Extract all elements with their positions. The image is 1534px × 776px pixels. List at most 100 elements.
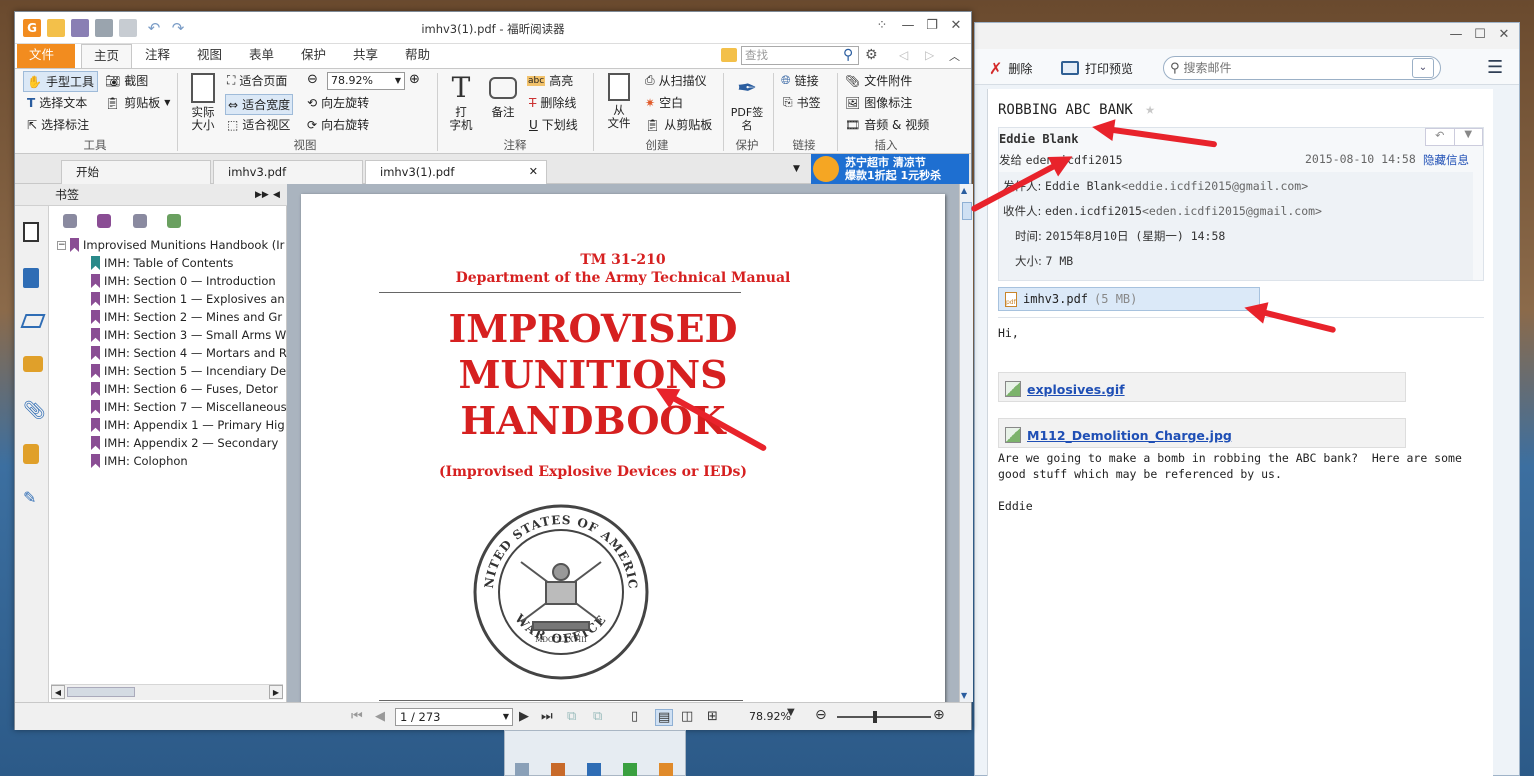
collapse-ribbon-icon[interactable]: ︿: [949, 48, 960, 64]
bookmark-item[interactable]: IMH: Section 0 — Introduction: [91, 272, 276, 290]
search-icon[interactable]: ⚲: [843, 47, 853, 63]
bookmark-root[interactable]: − Improvised Munitions Handbook (Ir: [57, 236, 284, 254]
inline-image-m112[interactable]: M112_Demolition_Charge.jpg: [998, 418, 1406, 448]
fit-visible-button[interactable]: ⬚ 适合视区: [227, 116, 290, 133]
continuous-page-icon[interactable]: ▤: [655, 709, 674, 726]
tabs-menu-icon[interactable]: ▼: [793, 164, 800, 174]
scroll-down-icon[interactable]: ▼: [961, 691, 967, 700]
scroll-right-icon[interactable]: ▶: [269, 685, 283, 699]
attachment-chip[interactable]: pdf imhv3.pdf (5 MB): [998, 287, 1260, 311]
fit-width-button[interactable]: ⇔ 适合宽度: [225, 94, 294, 115]
snapshot-button[interactable]: 📷︎ 截图: [105, 72, 148, 89]
actual-size-button[interactable]: 实际 大小: [183, 73, 223, 132]
tab-imhv3[interactable]: imhv3.pdf: [213, 160, 363, 184]
sender-name[interactable]: Eddie Blank: [999, 132, 1078, 146]
note-button[interactable]: 备注: [483, 73, 523, 119]
rotate-left-button[interactable]: ⟲ 向左旋转: [307, 94, 369, 111]
zoom-slider-thumb[interactable]: [873, 711, 877, 723]
fit-page-button[interactable]: ⛶ 适合页面: [227, 72, 287, 89]
more-icon[interactable]: ▼: [1453, 129, 1483, 145]
image-annotation-button[interactable]: 🖼︎ 图像标注: [845, 94, 912, 111]
tab-home[interactable]: 主页: [81, 44, 133, 68]
zoom-in-icon[interactable]: ⊕: [933, 707, 945, 723]
first-page-icon[interactable]: ⏮: [351, 709, 363, 724]
back-icon[interactable]: ◁: [899, 48, 908, 62]
gear-icon[interactable]: ⚙: [865, 47, 878, 63]
move-bookmark-icon[interactable]: [133, 214, 147, 228]
from-clipboard-button[interactable]: 📋︎ 从剪贴板: [645, 116, 712, 133]
audio-video-button[interactable]: 🎞︎ 音频 & 视频: [845, 116, 929, 133]
comments-panel-icon[interactable]: [23, 356, 43, 372]
tab-share[interactable]: 共享: [341, 44, 390, 68]
blank-page-button[interactable]: ✷ 空白: [645, 94, 683, 111]
print-preview-button[interactable]: 打印预览: [1061, 57, 1133, 79]
bookmarks-panel-icon[interactable]: [23, 222, 39, 242]
bookmark-item[interactable]: IMH: Section 1 — Explosives an: [91, 290, 285, 308]
select-text-button[interactable]: T 选择文本: [27, 94, 87, 111]
delete-button[interactable]: ✗ 删除: [989, 57, 1032, 79]
scroll-up-icon[interactable]: ▲: [961, 186, 967, 195]
underline-button[interactable]: U 下划线: [529, 116, 578, 133]
tab-start[interactable]: 开始: [61, 160, 211, 184]
tab-view[interactable]: 视图: [185, 44, 234, 68]
mail-search-box[interactable]: ⚲ ⌄: [1163, 56, 1441, 80]
scroll-left-icon[interactable]: ◀: [51, 685, 65, 699]
zoom-select[interactable]: 78.92% ▼: [327, 72, 405, 90]
signature-panel-icon[interactable]: ✎: [23, 488, 43, 508]
tab-comment[interactable]: 注释: [133, 44, 182, 68]
lock-icon[interactable]: [23, 444, 39, 464]
taskbar-icon[interactable]: [515, 763, 529, 776]
chevron-down-icon[interactable]: ⌄: [1412, 58, 1434, 78]
bookmark-item[interactable]: IMH: Section 5 — Incendiary De: [91, 362, 286, 380]
chevron-down-icon[interactable]: ▼: [787, 707, 795, 718]
layers-panel-icon[interactable]: [20, 314, 46, 328]
add-bookmark-icon[interactable]: [97, 214, 111, 228]
taskbar-icon[interactable]: [587, 763, 601, 776]
attachments-panel-icon[interactable]: 📎︎: [23, 400, 46, 421]
close-button[interactable]: ✕: [1493, 27, 1515, 43]
scroll-thumb[interactable]: [67, 687, 135, 697]
bookmark-item[interactable]: IMH: Section 2 — Mines and Gr: [91, 308, 282, 326]
taskbar-icon[interactable]: [623, 763, 637, 776]
pages-panel-icon[interactable]: [23, 268, 39, 288]
collapse-icon[interactable]: ◀: [273, 184, 280, 206]
scroll-thumb[interactable]: [962, 202, 972, 220]
previous-page-icon[interactable]: ◀: [375, 709, 385, 724]
mail-search-input[interactable]: [1183, 61, 1414, 75]
bookmark-item[interactable]: IMH: Section 6 — Fuses, Detor: [91, 380, 278, 398]
minimize-button[interactable]: —: [1445, 27, 1467, 43]
close-tab-icon[interactable]: ✕: [529, 161, 538, 183]
bookmark-horizontal-scrollbar[interactable]: ◀ ▶: [51, 684, 283, 700]
document-view[interactable]: TM 31-210 Department of the Army Technic…: [287, 184, 959, 702]
bookmark-button[interactable]: ⎘ 书签: [783, 94, 821, 111]
continuous-facing-icon[interactable]: ⊞: [707, 709, 718, 724]
folder-search-icon[interactable]: [721, 48, 737, 62]
inline-image-explosives[interactable]: explosives.gif: [998, 372, 1406, 402]
maximize-button[interactable]: ☐: [1469, 27, 1491, 43]
from-scanner-button[interactable]: ⎙ 从扫描仪: [645, 72, 707, 89]
zoom-out-icon[interactable]: ⊖: [815, 707, 827, 723]
taskbar-icon[interactable]: [551, 763, 565, 776]
star-icon[interactable]: ★: [1145, 99, 1155, 118]
zoom-out-icon[interactable]: ⊖: [307, 72, 318, 87]
pdf-sign-button[interactable]: ✒ PDF签 名: [727, 73, 767, 132]
bookmark-item[interactable]: IMH: Section 7 — Miscellaneous: [91, 398, 287, 416]
bookmark-item[interactable]: IMH: Colophon: [91, 452, 188, 470]
tab-imhv3-1[interactable]: imhv3(1).pdf ✕: [365, 160, 547, 184]
zoom-slider[interactable]: [837, 711, 931, 723]
ad-banner[interactable]: 苏宁超市 清凉节 爆款1折起 1元秒杀: [811, 154, 969, 184]
find-input[interactable]: 查找: [741, 46, 859, 65]
document-vertical-scrollbar[interactable]: ▲ ▼: [959, 184, 973, 702]
close-button[interactable]: ✕: [945, 18, 967, 34]
facing-page-icon[interactable]: ◫: [681, 709, 693, 724]
maximize-button[interactable]: ❐: [921, 18, 943, 34]
bookmark-item[interactable]: IMH: Table of Contents: [91, 254, 233, 272]
tab-protect[interactable]: 保护: [289, 44, 338, 68]
from-file-button[interactable]: 从 文件: [599, 73, 639, 130]
bookmark-item[interactable]: IMH: Appendix 1 — Primary Hig: [91, 416, 285, 434]
previous-view-icon[interactable]: ⧉: [567, 709, 576, 724]
next-view-icon[interactable]: ⧉: [593, 709, 602, 724]
bookmark-item[interactable]: IMH: Section 4 — Mortars and R: [91, 344, 287, 362]
taskbar-icon[interactable]: [659, 763, 673, 776]
next-page-icon[interactable]: ▶: [519, 709, 529, 724]
